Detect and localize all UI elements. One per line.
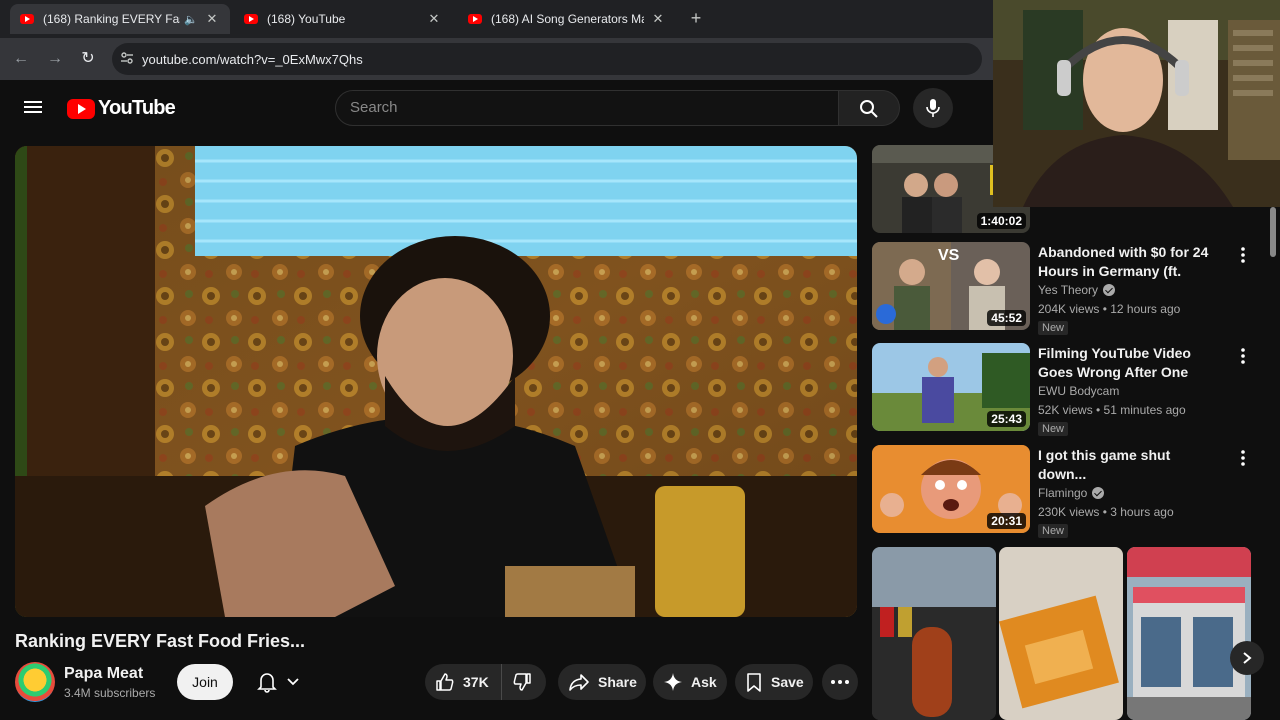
voice-search-button[interactable] (913, 88, 953, 128)
save-label: Save (771, 674, 804, 690)
duration-badge: 1:40:02 (976, 213, 1026, 229)
chevron-right-icon (1243, 652, 1252, 664)
more-vertical-icon[interactable] (1236, 246, 1250, 264)
youtube-favicon-icon (468, 14, 482, 24)
verified-check-icon (1103, 284, 1116, 296)
sparkle-icon (664, 673, 682, 691)
more-actions-button[interactable] (822, 664, 858, 700)
search-icon (860, 100, 878, 118)
webcam-overlay (993, 0, 1280, 207)
forward-arrow-icon[interactable]: → (45, 49, 65, 69)
shorts-thumbnail[interactable] (999, 547, 1123, 720)
dislike-button[interactable] (502, 664, 540, 700)
recommendation-item[interactable]: 20:31 I got this game shut down... Flami… (872, 445, 1252, 538)
new-badge: New (1038, 524, 1069, 538)
browser-tab-active[interactable]: (168) Ranking EVERY Fast Fo 🔈 ✕ (10, 4, 230, 34)
channel-name[interactable]: Papa Meat (64, 665, 143, 683)
duration-badge: 25:43 (987, 411, 1026, 427)
channel-name-text: Yes Theory (1038, 283, 1099, 297)
ask-button[interactable]: Ask (653, 664, 727, 700)
share-label: Share (598, 674, 637, 690)
url-bar[interactable]: youtube.com/watch?v=_0ExMwx7Qhs (112, 43, 982, 75)
new-tab-button[interactable]: + (686, 8, 706, 29)
search-box (335, 90, 839, 126)
join-button[interactable]: Join (177, 664, 233, 700)
recommendation-meta: 52K views • 51 minutes ago (1038, 403, 1186, 417)
more-vertical-icon[interactable] (1236, 347, 1250, 365)
speaker-icon[interactable]: 🔈 (184, 13, 198, 26)
scrollbar-thumb[interactable] (1270, 207, 1276, 257)
thumbs-down-icon (513, 673, 531, 691)
recommendation-item[interactable]: 25:43 Filming YouTube Video Goes Wrong A… (872, 343, 1252, 436)
video-thumbnail[interactable]: 20:31 (872, 445, 1030, 533)
logo-text: YouTube (98, 97, 176, 119)
video-thumbnail[interactable]: VS 45:52 (872, 242, 1030, 330)
channel-avatar[interactable] (15, 662, 55, 702)
thumbs-up-icon (436, 673, 454, 691)
svg-text:VS: VS (938, 247, 960, 264)
webcam-feed (993, 0, 1280, 207)
channel-name-text: EWU Bodycam (1038, 384, 1120, 398)
shorts-thumbnail[interactable] (1127, 547, 1251, 720)
video-player[interactable] (15, 146, 857, 617)
browser-tab[interactable]: (168) YouTube ✕ (234, 4, 452, 34)
search-input[interactable] (350, 99, 830, 116)
browser-tab[interactable]: (168) AI Song Generators Make ✕ (458, 4, 676, 34)
like-dislike-group: 37K (425, 664, 546, 700)
shorts-next-button[interactable] (1230, 641, 1264, 675)
youtube-favicon-icon (20, 14, 34, 24)
channel-name-text: Flamingo (1038, 486, 1088, 500)
shorts-thumbnail[interactable] (872, 547, 996, 720)
chevron-down-icon (286, 678, 299, 686)
back-arrow-icon[interactable]: ← (11, 49, 31, 69)
tab-title: (168) Ranking EVERY Fast Fo (43, 12, 180, 26)
duration-badge: 45:52 (987, 310, 1026, 326)
reload-icon[interactable]: ↻ (78, 49, 98, 69)
like-button[interactable]: 37K (425, 664, 502, 700)
new-badge: New (1038, 321, 1069, 335)
video-frame (15, 146, 857, 617)
bell-icon (256, 673, 277, 693)
youtube-logo[interactable]: YouTube (67, 97, 176, 120)
notification-bell-button[interactable] (246, 664, 310, 700)
more-horizontal-icon (831, 680, 849, 684)
share-icon (569, 674, 589, 691)
microphone-icon (926, 99, 940, 117)
new-badge: New (1038, 422, 1069, 436)
tab-title: (168) AI Song Generators Make (491, 12, 644, 26)
tab-close-icon[interactable]: ✕ (650, 11, 666, 27)
save-button[interactable]: Save (735, 664, 813, 700)
recommendation-title[interactable]: Filming YouTube Video Goes Wrong After O… (1038, 344, 1218, 382)
recommendation-item[interactable]: VS 45:52 Abandoned with $0 for 24 Hours … (872, 242, 1252, 335)
recommendation-channel[interactable]: EWU Bodycam (1038, 384, 1119, 398)
recommendation-channel[interactable]: Flamingo (1038, 486, 1105, 500)
recommendation-title[interactable]: I got this game shut down... (1038, 446, 1218, 484)
duration-badge: 20:31 (987, 513, 1026, 529)
recommendation-meta: 204K views • 12 hours ago (1038, 302, 1181, 316)
subscriber-count: 3.4M subscribers (64, 686, 156, 700)
like-count: 37K (463, 674, 489, 690)
ask-label: Ask (691, 674, 717, 690)
search-button[interactable] (838, 90, 900, 126)
verified-check-icon (1092, 487, 1105, 499)
recommendation-channel[interactable]: Yes Theory (1038, 283, 1116, 297)
youtube-play-icon (67, 98, 95, 119)
tab-title: (168) YouTube (267, 12, 346, 26)
bookmark-icon (747, 673, 761, 692)
recommendation-title[interactable]: Abandoned with $0 for 24 Hours in German… (1038, 243, 1218, 281)
more-vertical-icon[interactable] (1236, 449, 1250, 467)
youtube-favicon-icon (244, 14, 258, 24)
recommendation-meta: 230K views • 3 hours ago (1038, 505, 1174, 519)
url-text[interactable]: youtube.com/watch?v=_0ExMwx7Qhs (142, 52, 363, 67)
video-title: Ranking EVERY Fast Food Fries... (15, 631, 306, 651)
hamburger-menu-icon[interactable] (24, 98, 44, 118)
share-button[interactable]: Share (558, 664, 646, 700)
tab-close-icon[interactable]: ✕ (426, 11, 442, 27)
site-settings-icon[interactable] (112, 51, 142, 68)
tab-close-icon[interactable]: ✕ (204, 11, 220, 27)
video-thumbnail[interactable]: 25:43 (872, 343, 1030, 431)
